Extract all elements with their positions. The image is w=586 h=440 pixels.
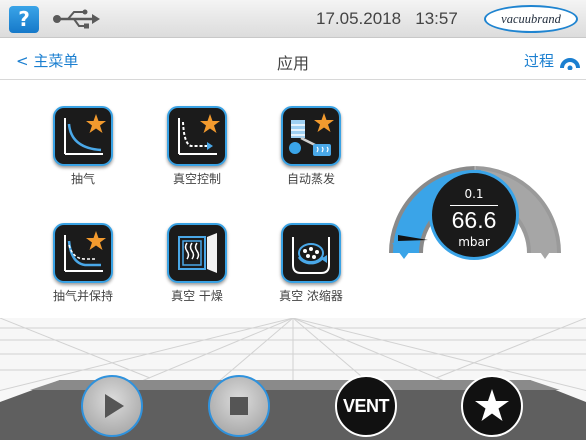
- pressure-value: 66.6: [451, 207, 497, 233]
- process-link[interactable]: 过程: [524, 50, 554, 71]
- app-tile-pump-down[interactable]: 抽气: [35, 106, 131, 187]
- time-text: 13:57: [415, 9, 458, 28]
- page-title: 应用: [276, 54, 309, 73]
- value-divider: [450, 205, 498, 206]
- date-text: 17.05.2018: [316, 9, 402, 28]
- auto-evaporation-icon: [281, 106, 341, 166]
- app-label: 抽气: [70, 172, 95, 186]
- help-button[interactable]: ?: [9, 6, 39, 33]
- pump-down-curve-icon: [53, 106, 113, 166]
- datetime: 17.05.2018 13:57: [316, 0, 458, 38]
- pump-down-hold-icon: [53, 223, 113, 283]
- app-label: 真空 干燥: [171, 289, 223, 303]
- vacuum-control-icon: [167, 106, 227, 166]
- favorites-button[interactable]: [461, 375, 523, 437]
- stop-icon: [230, 397, 248, 415]
- app-label: 真空 浓缩器: [279, 289, 343, 303]
- vent-button[interactable]: VENT: [335, 375, 397, 437]
- app-label: 抽气并保持: [52, 289, 113, 303]
- pressure-display[interactable]: 0.1 66.6 mbar: [429, 170, 519, 260]
- status-bar: ? 17.05.2018 13:57 vacuubrand: [0, 0, 586, 38]
- start-button[interactable]: [81, 375, 143, 437]
- app-label: 真空控制: [172, 172, 221, 186]
- play-icon: [105, 394, 124, 418]
- app-tile-auto-evaporation[interactable]: 自动蒸发: [263, 106, 359, 187]
- app-tile-vacuum-concentrator[interactable]: 真空 浓缩器: [263, 223, 359, 304]
- concentrator-icon: [281, 223, 341, 283]
- vacuum-oven-icon: [167, 223, 227, 283]
- app-tile-pump-down-hold[interactable]: 抽气并保持: [35, 223, 131, 304]
- app-tile-vacuum-control[interactable]: 真空控制: [149, 106, 245, 187]
- stop-button[interactable]: [208, 375, 270, 437]
- app-label: 自动蒸发: [286, 172, 335, 186]
- star-icon: [475, 389, 509, 421]
- title-bar: < 主菜单 应用 过程: [0, 40, 586, 80]
- setpoint-value: 0.1: [464, 187, 484, 201]
- usb-icon: [53, 9, 100, 29]
- app-tile-vacuum-drying[interactable]: 真空 干燥: [149, 223, 245, 304]
- process-arc-icon[interactable]: [560, 52, 580, 70]
- brand-logo: vacuubrand: [484, 5, 578, 33]
- pressure-unit: mbar: [458, 235, 490, 249]
